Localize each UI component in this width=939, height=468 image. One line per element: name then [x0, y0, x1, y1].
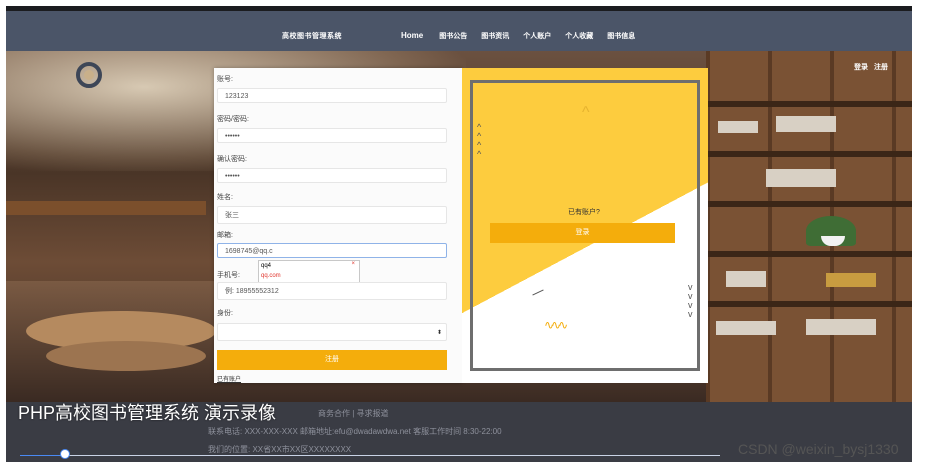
register-form: 账号: 123123 密码/密码: •••••• 确认密码: •••••• 姓名…: [214, 68, 462, 383]
email-suggestion[interactable]: qq.com: [259, 271, 359, 281]
login-link[interactable]: 登录: [854, 62, 868, 72]
register-link[interactable]: 注册: [874, 62, 888, 72]
confirm-password-input[interactable]: ••••••: [217, 168, 447, 183]
progress-handle[interactable]: [60, 449, 70, 459]
site-title[interactable]: 高校图书管理系统: [282, 31, 342, 41]
video-progress[interactable]: [20, 455, 720, 456]
shelf: [706, 151, 912, 157]
progress-fill: [20, 455, 64, 456]
login-card: ^ ^ ^ ^ ^ vvvv 已有账户? 登录 ∿∿∿: [462, 68, 708, 383]
chevron-up-icon: ^ ^ ^ ^: [477, 122, 482, 159]
nav-menu: Home 图书公告 图书资讯 个人账户 个人收藏 图书信息: [401, 31, 635, 41]
identity-label: 身份:: [217, 310, 233, 317]
have-account-text: 已有账户?: [568, 209, 600, 216]
navbar: 高校图书管理系统 Home 图书公告 图书资讯 个人账户 个人收藏 图书信息: [6, 11, 912, 51]
name-label: 姓名:: [217, 194, 233, 201]
shelf: [706, 251, 912, 257]
shelf: [706, 101, 912, 107]
shelf: [706, 201, 912, 207]
account-label: 账号:: [217, 76, 233, 83]
book: [718, 121, 758, 133]
email-input[interactable]: 1698745@qq.c: [217, 243, 447, 258]
nav-favorites[interactable]: 个人收藏: [565, 31, 593, 41]
nav-notices[interactable]: 图书公告: [439, 31, 467, 41]
identity-select[interactable]: ⬍: [217, 323, 447, 341]
logo-ring: [76, 62, 102, 88]
name-input[interactable]: 张三: [217, 206, 447, 224]
book: [806, 319, 876, 335]
nav-news[interactable]: 图书资讯: [481, 31, 509, 41]
book: [716, 321, 776, 335]
auth-links: 登录 注册: [854, 62, 888, 72]
chevron-up-down-icon: ⬍: [436, 330, 442, 336]
confirm-password-label: 确认密码:: [217, 156, 247, 163]
login-button[interactable]: 登录: [490, 223, 675, 243]
login-back-link[interactable]: 已有账户: [217, 374, 241, 383]
password-input[interactable]: ••••••: [217, 128, 447, 143]
footer-contact: 联系电话: XXX-XXX-XXX 邮箱地址:efu@dwadawdwa.net…: [208, 427, 502, 436]
footer-links[interactable]: 商务合作 | 寻求报道: [318, 408, 389, 419]
shelf: [706, 301, 912, 307]
nav-books[interactable]: 图书信息: [607, 31, 635, 41]
chevron-up-icon: ^: [582, 104, 590, 121]
close-icon[interactable]: ×: [351, 261, 355, 267]
footer-address: 我们的位置: XX省XX市XX区XXXXXXXX: [208, 445, 352, 454]
reading-table: [6, 201, 206, 215]
bench: [46, 341, 206, 371]
account-input[interactable]: 123123: [217, 88, 447, 103]
watermark: CSDN @weixin_bysj1330: [738, 441, 899, 457]
chevron-down-icon: vvvv: [688, 282, 693, 319]
wave-decoration-icon: ∿∿∿: [544, 318, 568, 332]
nav-account[interactable]: 个人账户: [523, 31, 551, 41]
email-suggestion[interactable]: qq4: [259, 261, 359, 271]
phone-label: 手机号:: [217, 272, 240, 279]
email-autocomplete[interactable]: qq4 qq.com ×: [258, 260, 360, 284]
book: [826, 273, 876, 287]
email-label: 邮箱:: [217, 232, 233, 239]
video-title: PHP高校图书管理系统 演示录像: [18, 403, 277, 423]
book: [726, 271, 766, 287]
password-label: 密码/密码:: [217, 116, 249, 123]
browser-frame: 高校图书管理系统 Home 图书公告 图书资讯 个人账户 个人收藏 图书信息 登…: [6, 6, 912, 462]
book: [766, 169, 836, 187]
nav-home[interactable]: Home: [401, 31, 423, 41]
book: [776, 116, 836, 132]
phone-input[interactable]: 例: 18955552312: [217, 282, 447, 300]
register-button[interactable]: 注册: [217, 350, 447, 370]
